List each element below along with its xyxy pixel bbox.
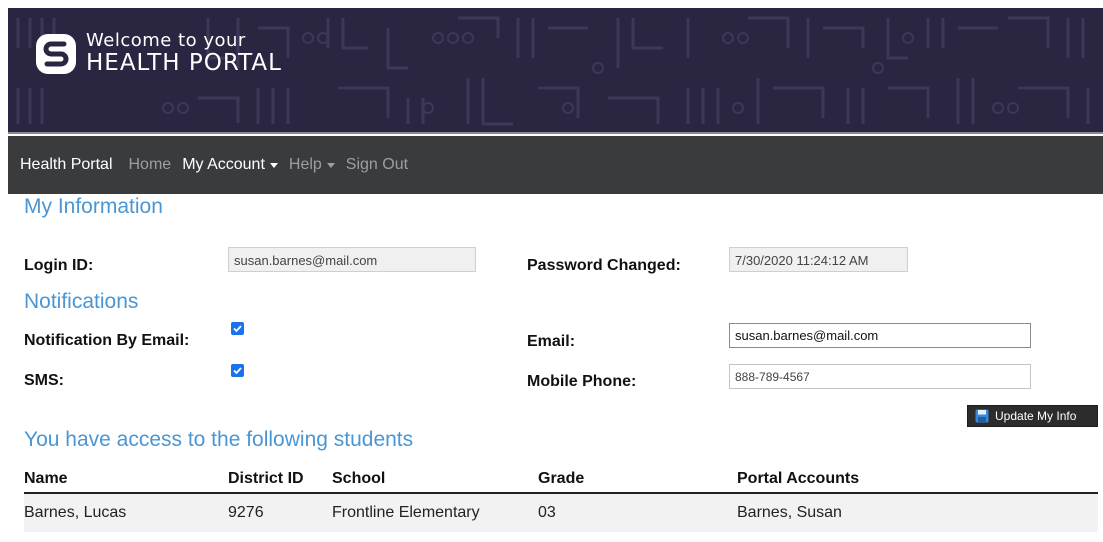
grade-cell: 03: [538, 504, 556, 521]
main-navbar: Health Portal Home My Account Help Sign …: [8, 136, 1103, 194]
nav-sign-out-label: Sign Out: [345, 156, 409, 173]
nav-sign-out-link[interactable]: Sign Out: [346, 156, 408, 174]
login-id-field: susan.barnes@mail.com: [228, 247, 476, 272]
caret-down-icon: [269, 163, 278, 168]
floppy-disk-icon: [975, 409, 989, 423]
column-header-grade: Grade: [538, 470, 585, 487]
column-header-name: Name: [24, 470, 68, 487]
checkmark-icon: [233, 367, 242, 375]
navbar-brand[interactable]: Health Portal: [20, 156, 113, 174]
mobile-phone-label: Mobile Phone:: [527, 373, 637, 390]
update-my-info-button[interactable]: Update My Info: [967, 405, 1098, 427]
banner-title: HEALTH PORTAL: [86, 50, 282, 77]
notification-by-email-label: Notification By Email:: [24, 332, 190, 349]
column-header-portal-accounts: Portal Accounts: [737, 470, 860, 487]
nav-help-label: Help: [288, 156, 322, 173]
notifications-title: Notifications: [24, 290, 139, 313]
checkmark-icon: [233, 325, 242, 333]
header-banner: Welcome to your HEALTH PORTAL: [8, 8, 1103, 134]
table-row[interactable]: Barnes, Lucas 9276 Frontline Elementary …: [24, 494, 1098, 532]
nav-home-label: Home: [128, 156, 172, 173]
portal-logo: Welcome to your HEALTH PORTAL: [34, 32, 282, 76]
password-changed-label: Password Changed:: [527, 257, 681, 274]
update-my-info-label: Update My Info: [995, 409, 1077, 423]
notification-by-email-checkbox[interactable]: [231, 322, 244, 335]
nav-my-account-label: My Account: [182, 156, 265, 173]
my-information-title: My Information: [24, 195, 163, 218]
sms-checkbox[interactable]: [231, 364, 244, 377]
school-cell: Frontline Elementary: [332, 504, 480, 521]
banner-welcome-text: Welcome to your: [86, 30, 246, 52]
portal-accounts-cell: Barnes, Susan: [737, 504, 842, 521]
nav-home-link[interactable]: Home: [129, 156, 172, 174]
nav-help-dropdown[interactable]: Help: [289, 156, 335, 174]
district-id-cell: 9276: [228, 504, 264, 521]
mobile-phone-input[interactable]: [729, 364, 1031, 389]
nav-my-account-dropdown[interactable]: My Account: [182, 156, 278, 174]
column-header-district-id: District ID: [228, 470, 304, 487]
column-header-school: School: [332, 470, 386, 487]
students-table-header: Name District ID School Grade Portal Acc…: [24, 462, 1098, 494]
sms-label: SMS:: [24, 372, 64, 389]
email-input[interactable]: [729, 323, 1031, 348]
login-id-label: Login ID:: [24, 257, 94, 274]
email-label: Email:: [527, 333, 576, 350]
student-name-cell: Barnes, Lucas: [24, 504, 127, 521]
portal-logo-icon: [36, 34, 76, 74]
password-changed-field: 7/30/2020 11:24:12 AM: [729, 247, 908, 272]
students-section-title: You have access to the following student…: [24, 428, 414, 451]
students-table: Name District ID School Grade Portal Acc…: [24, 462, 1098, 532]
caret-down-icon: [326, 163, 335, 168]
